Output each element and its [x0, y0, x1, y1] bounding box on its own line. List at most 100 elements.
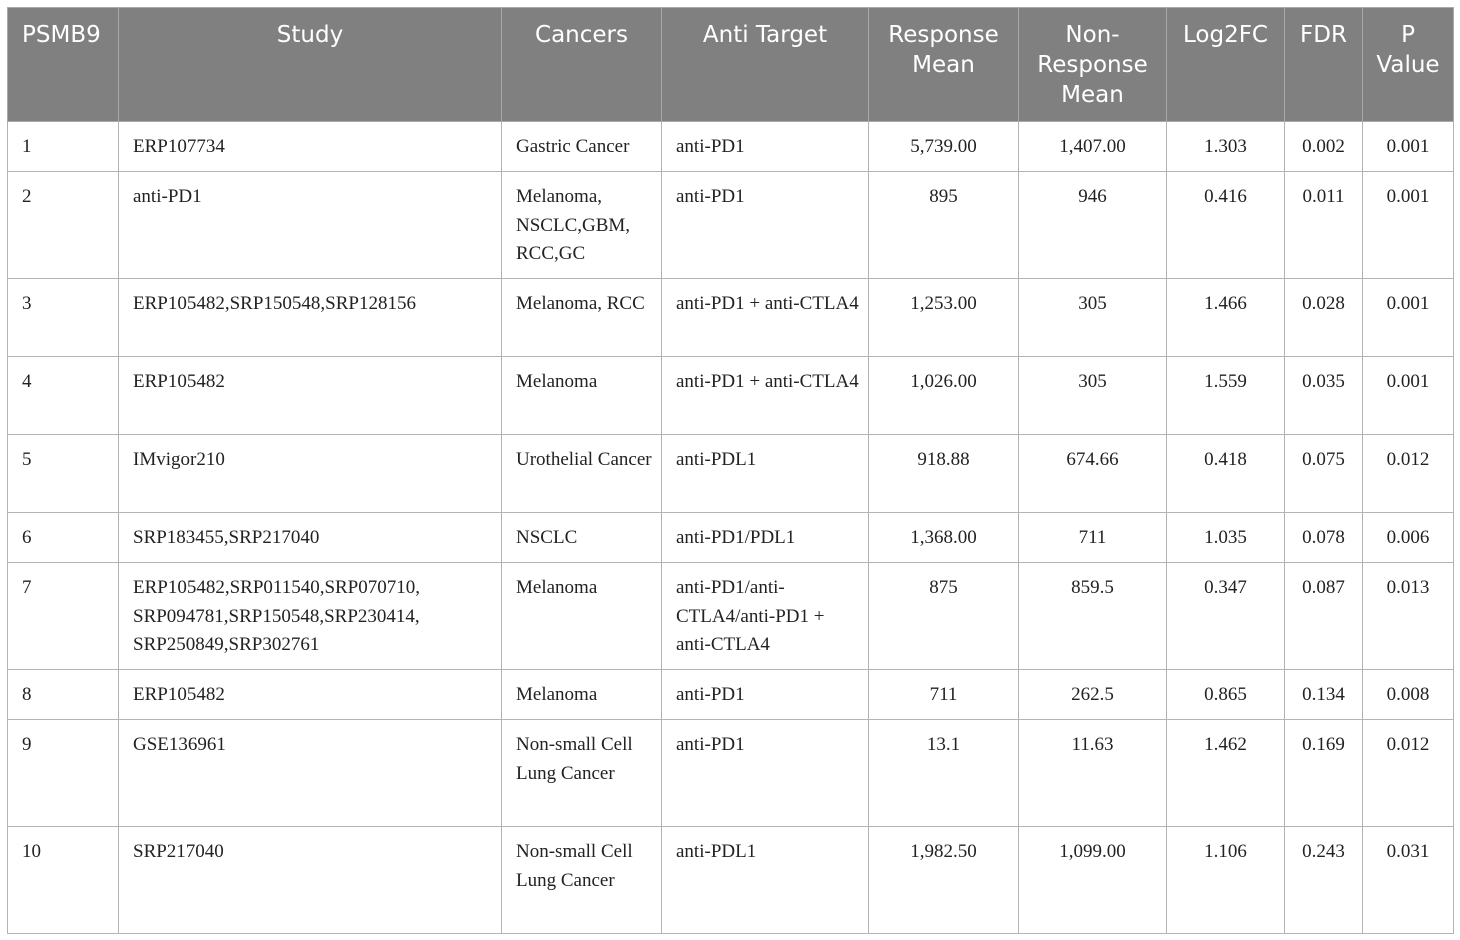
cell-cancers: Melanoma: [501, 669, 662, 720]
cell-id: 8: [7, 669, 119, 720]
cell-id: 9: [7, 719, 119, 827]
cell-fdr: 0.028: [1284, 278, 1363, 357]
header-anti-target: Anti Target: [661, 7, 869, 122]
cell-non-response-mean: 305: [1018, 278, 1167, 357]
cell-id: 5: [7, 434, 119, 513]
cell-log2fc: 1.462: [1166, 719, 1285, 827]
table-row: 5 IMvigor210 Urothelial Cancer anti-PDL1…: [7, 434, 1454, 513]
cell-study: ERP107734: [118, 121, 502, 172]
table-row: 8 ERP105482 Melanoma anti-PD1 711 262.5 …: [7, 669, 1454, 720]
table-row: 3 ERP105482,SRP150548,SRP128156 Melanoma…: [7, 278, 1454, 357]
cell-p-value: 0.001: [1362, 278, 1454, 357]
cell-non-response-mean: 674.66: [1018, 434, 1167, 513]
cell-anti-target: anti-PD1: [661, 121, 869, 172]
cell-id: 1: [7, 121, 119, 172]
cell-p-value: 0.001: [1362, 171, 1454, 279]
cell-non-response-mean: 305: [1018, 356, 1167, 435]
cell-p-value: 0.012: [1362, 434, 1454, 513]
cell-p-value: 0.031: [1362, 826, 1454, 934]
cell-anti-target: anti-PDL1: [661, 826, 869, 934]
cell-non-response-mean: 1,407.00: [1018, 121, 1167, 172]
cell-non-response-mean: 262.5: [1018, 669, 1167, 720]
cell-response-mean: 5,739.00: [868, 121, 1019, 172]
table-row: 7 ERP105482,SRP011540,SRP070710, SRP0947…: [7, 562, 1454, 670]
cell-cancers: Melanoma: [501, 562, 662, 670]
cell-response-mean: 875: [868, 562, 1019, 670]
cell-cancers: Non-small Cell Lung Cancer: [501, 719, 662, 827]
header-non-response-mean: Non-Response Mean: [1018, 7, 1167, 122]
cell-fdr: 0.011: [1284, 171, 1363, 279]
cell-p-value: 0.001: [1362, 356, 1454, 435]
cell-study: SRP183455,SRP217040: [118, 512, 502, 563]
cell-log2fc: 1.035: [1166, 512, 1285, 563]
cell-response-mean: 711: [868, 669, 1019, 720]
header-log2fc: Log2FC: [1166, 7, 1285, 122]
cell-cancers: NSCLC: [501, 512, 662, 563]
cell-p-value: 0.012: [1362, 719, 1454, 827]
cell-p-value: 0.001: [1362, 121, 1454, 172]
cell-fdr: 0.087: [1284, 562, 1363, 670]
cell-cancers: Melanoma: [501, 356, 662, 435]
cell-log2fc: 1.106: [1166, 826, 1285, 934]
cell-study: anti-PD1: [118, 171, 502, 279]
cell-log2fc: 0.418: [1166, 434, 1285, 513]
cell-study: IMvigor210: [118, 434, 502, 513]
cell-study: ERP105482: [118, 356, 502, 435]
cell-fdr: 0.078: [1284, 512, 1363, 563]
table-row: 10 SRP217040 Non-small Cell Lung Cancer …: [7, 826, 1454, 934]
cell-fdr: 0.002: [1284, 121, 1363, 172]
cell-anti-target: anti-PD1: [661, 669, 869, 720]
cell-p-value: 0.013: [1362, 562, 1454, 670]
cell-cancers: Gastric Cancer: [501, 121, 662, 172]
cell-study: ERP105482,SRP011540,SRP070710, SRP094781…: [118, 562, 502, 670]
cell-non-response-mean: 859.5: [1018, 562, 1167, 670]
cell-p-value: 0.008: [1362, 669, 1454, 720]
cell-anti-target: anti-PDL1: [661, 434, 869, 513]
cell-log2fc: 1.559: [1166, 356, 1285, 435]
cell-id: 3: [7, 278, 119, 357]
cell-fdr: 0.243: [1284, 826, 1363, 934]
cell-cancers: Non-small Cell Lung Cancer: [501, 826, 662, 934]
cell-fdr: 0.134: [1284, 669, 1363, 720]
cell-anti-target: anti-PD1: [661, 719, 869, 827]
cell-non-response-mean: 711: [1018, 512, 1167, 563]
cell-study: SRP217040: [118, 826, 502, 934]
table-row: 1 ERP107734 Gastric Cancer anti-PD1 5,73…: [7, 121, 1454, 172]
cell-non-response-mean: 1,099.00: [1018, 826, 1167, 934]
cell-study: GSE136961: [118, 719, 502, 827]
cell-id: 10: [7, 826, 119, 934]
cell-log2fc: 0.416: [1166, 171, 1285, 279]
cell-non-response-mean: 11.63: [1018, 719, 1167, 827]
cell-p-value: 0.006: [1362, 512, 1454, 563]
cell-id: 2: [7, 171, 119, 279]
cell-response-mean: 1,368.00: [868, 512, 1019, 563]
cell-response-mean: 1,253.00: [868, 278, 1019, 357]
cell-cancers: Melanoma, RCC: [501, 278, 662, 357]
table-row: 6 SRP183455,SRP217040 NSCLC anti-PD1/PDL…: [7, 512, 1454, 563]
results-table: PSMB9 Study Cancers Anti Target Response…: [7, 7, 1454, 934]
cell-fdr: 0.035: [1284, 356, 1363, 435]
cell-response-mean: 1,982.50: [868, 826, 1019, 934]
cell-anti-target: anti-PD1 + anti-CTLA4: [661, 356, 869, 435]
cell-log2fc: 0.347: [1166, 562, 1285, 670]
cell-anti-target: anti-PD1/PDL1: [661, 512, 869, 563]
cell-log2fc: 1.466: [1166, 278, 1285, 357]
cell-anti-target: anti-PD1 + anti-CTLA4: [661, 278, 869, 357]
table-row: 2 anti-PD1 Melanoma, NSCLC,GBM, RCC,GC a…: [7, 171, 1454, 279]
cell-id: 7: [7, 562, 119, 670]
table-row: 4 ERP105482 Melanoma anti-PD1 + anti-CTL…: [7, 356, 1454, 435]
cell-response-mean: 895: [868, 171, 1019, 279]
cell-id: 4: [7, 356, 119, 435]
header-study: Study: [118, 7, 502, 122]
cell-anti-target: anti-PD1/anti-CTLA4/anti-PD1 + anti-CTLA…: [661, 562, 869, 670]
cell-log2fc: 1.303: [1166, 121, 1285, 172]
header-response-mean: Response Mean: [868, 7, 1019, 122]
header-row: PSMB9 Study Cancers Anti Target Response…: [7, 7, 1454, 122]
header-psmb9: PSMB9: [7, 7, 119, 122]
cell-response-mean: 13.1: [868, 719, 1019, 827]
cell-response-mean: 918.88: [868, 434, 1019, 513]
header-fdr: FDR: [1284, 7, 1363, 122]
cell-fdr: 0.169: [1284, 719, 1363, 827]
cell-id: 6: [7, 512, 119, 563]
cell-study: ERP105482,SRP150548,SRP128156: [118, 278, 502, 357]
